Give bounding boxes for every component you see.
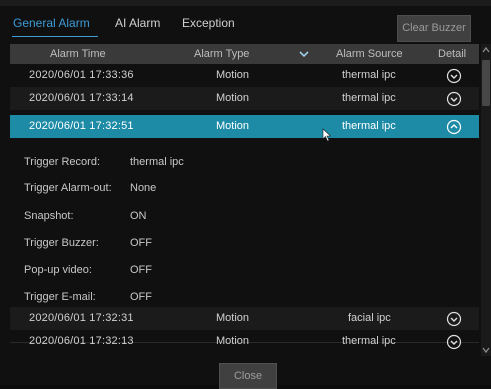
alarm-time-cell: 2020/06/01 17:33:14	[29, 92, 134, 104]
table-row-selected[interactable]: 2020/06/01 17:32:51 Motion thermal ipc	[10, 115, 479, 138]
alarm-time-cell: 2020/06/01 17:32:31	[29, 312, 134, 324]
scroll-down-arrow-icon[interactable]	[481, 344, 491, 356]
column-header-alarm-source[interactable]: Alarm Source	[336, 48, 403, 60]
tab-exception[interactable]: Exception	[182, 16, 235, 30]
chevron-down-circle-icon[interactable]	[446, 334, 462, 350]
alarm-source-cell: thermal ipc	[342, 335, 396, 347]
detail-label: Trigger Record:	[24, 156, 101, 168]
alarm-status-dialog: General Alarm AI Alarm Exception Clear B…	[0, 6, 491, 389]
alarm-type-cell: Motion	[216, 312, 250, 324]
detail-value: None	[130, 182, 157, 194]
alarm-source-cell: thermal ipc	[342, 120, 396, 132]
active-tab-underline	[12, 36, 98, 37]
detail-label: Trigger E-mail:	[24, 291, 96, 303]
chevron-up-circle-icon[interactable]	[446, 119, 462, 135]
table-row[interactable]: 2020/06/01 17:33:36 Motion thermal ipc	[10, 64, 479, 87]
alarm-type-cell: Motion	[216, 335, 250, 347]
column-header-alarm-time[interactable]: Alarm Time	[50, 48, 106, 60]
column-header-detail: Detail	[438, 48, 467, 60]
column-header-alarm-type[interactable]: Alarm Type	[194, 48, 249, 60]
alarm-type-cell: Motion	[216, 69, 250, 81]
table-scrollbar[interactable]	[481, 44, 491, 356]
alarm-time-cell: 2020/06/01 17:32:51	[29, 120, 134, 132]
clear-buzzer-button[interactable]: Clear Buzzer	[397, 15, 471, 42]
detail-label: Trigger Buzzer:	[24, 237, 99, 249]
mouse-pointer-icon	[322, 128, 332, 142]
table-header: Alarm Time Alarm Type Alarm Source Detai…	[10, 44, 479, 64]
alarm-time-cell: 2020/06/01 17:32:13	[29, 335, 134, 347]
detail-value: OFF	[130, 237, 152, 249]
detail-label: Pop-up video:	[24, 264, 92, 276]
scroll-up-arrow-icon[interactable]	[481, 44, 491, 56]
scrollbar-thumb[interactable]	[482, 60, 490, 106]
chevron-down-circle-icon[interactable]	[446, 91, 462, 107]
tab-general-alarm[interactable]: General Alarm	[13, 16, 90, 30]
chevron-down-circle-icon[interactable]	[446, 311, 462, 327]
table-row[interactable]: 2020/06/01 17:32:31 Motion facial ipc	[10, 307, 479, 330]
alarm-source-cell: thermal ipc	[342, 69, 396, 81]
detail-label: Snapshot:	[24, 210, 74, 222]
alarm-type-cell: Motion	[216, 120, 250, 132]
detail-value: thermal ipc	[130, 156, 184, 168]
alarm-type-cell: Motion	[216, 92, 250, 104]
close-button[interactable]: Close	[219, 363, 277, 389]
table-row[interactable]: 2020/06/01 17:33:14 Motion thermal ipc	[10, 87, 479, 110]
alarm-time-cell: 2020/06/01 17:33:36	[29, 69, 134, 81]
table-row[interactable]: 2020/06/01 17:32:13 Motion thermal ipc	[10, 330, 479, 353]
detail-value: OFF	[130, 264, 152, 276]
detail-label: Trigger Alarm-out:	[24, 182, 112, 194]
alarm-table: Alarm Time Alarm Type Alarm Source Detai…	[10, 44, 479, 356]
chevron-down-icon[interactable]	[297, 47, 311, 61]
tab-ai-alarm[interactable]: AI Alarm	[115, 16, 160, 30]
chevron-down-circle-icon[interactable]	[446, 68, 462, 84]
alarm-source-cell: thermal ipc	[342, 92, 396, 104]
detail-value: ON	[130, 210, 147, 222]
detail-value: OFF	[130, 291, 152, 303]
alarm-source-cell: facial ipc	[348, 312, 391, 324]
